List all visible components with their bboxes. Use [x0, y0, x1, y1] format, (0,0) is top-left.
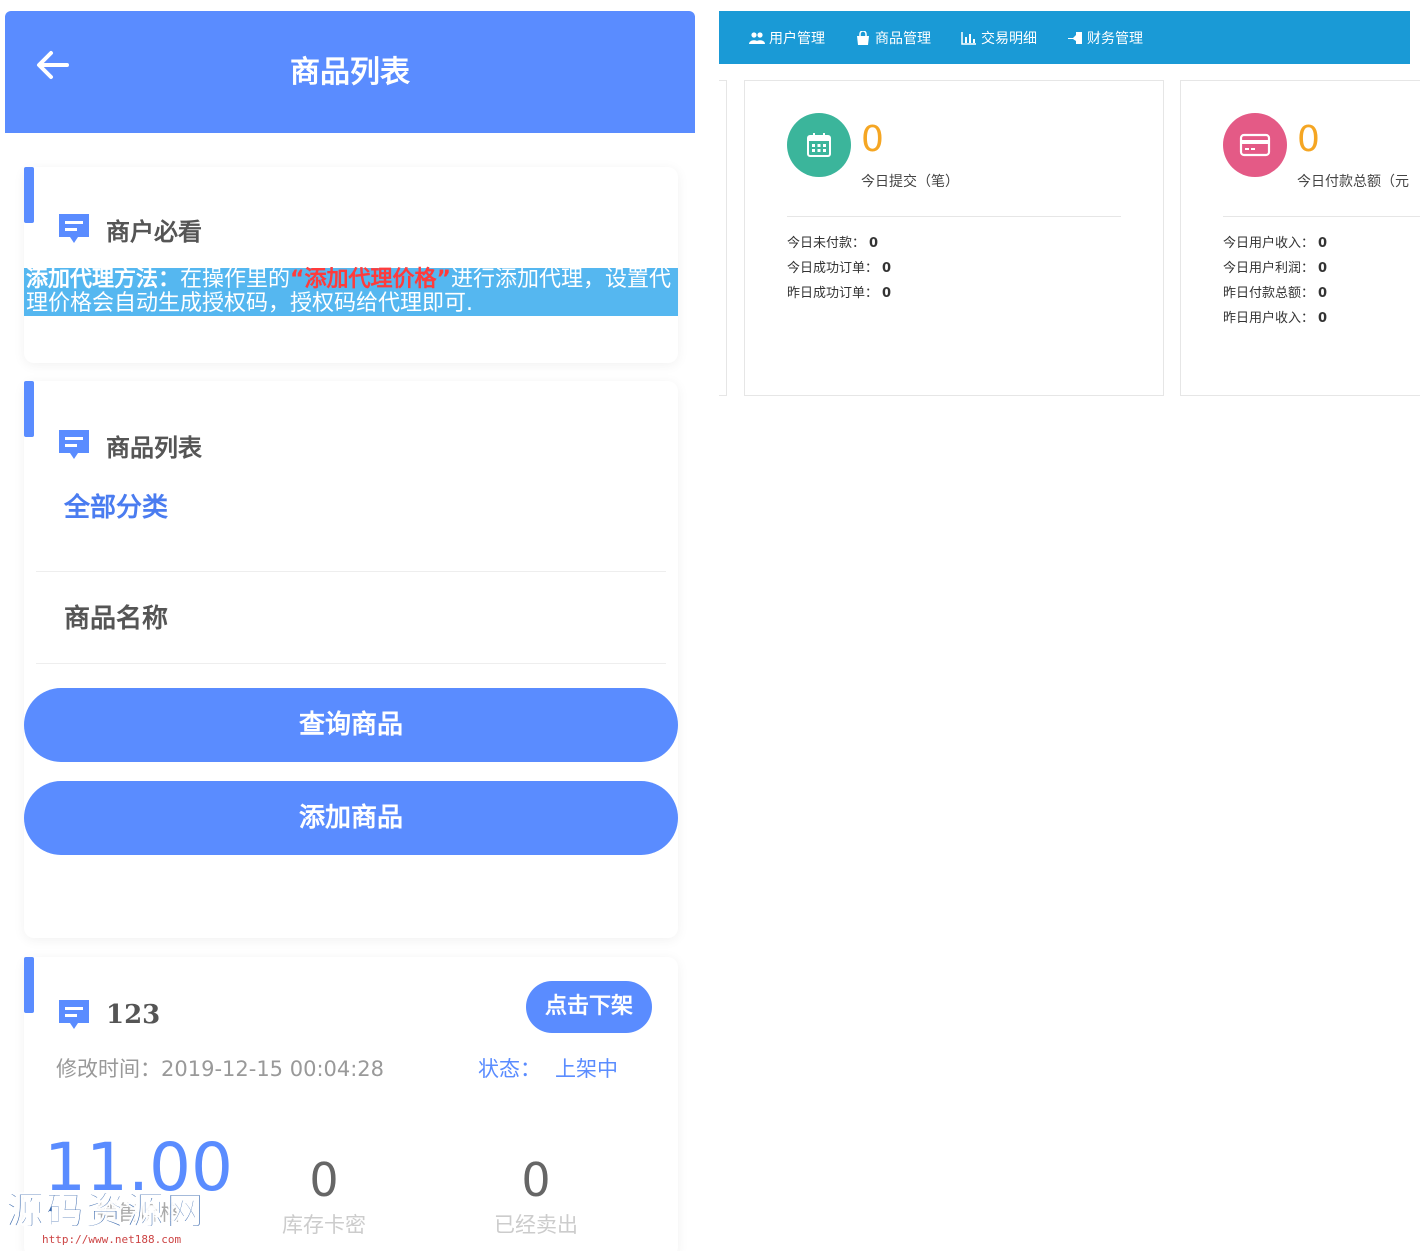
bar-chart-icon	[961, 31, 976, 45]
stat-row: 今日用户利润： 0	[1223, 261, 1328, 276]
page-title: 商品列表	[290, 55, 410, 90]
query-products-button[interactable]: 查询商品	[24, 688, 678, 762]
notice-card: 商户必看 添加代理方法：在操作里的“添加代理价格”进行添加代理，设置代理价格会自…	[24, 167, 678, 363]
divider	[36, 571, 666, 572]
accent-bar	[24, 167, 34, 223]
hand-icon	[1068, 31, 1082, 44]
chat-icon	[59, 430, 89, 459]
sold-label: 已经卖出	[494, 1213, 578, 1237]
accent-bar	[24, 381, 34, 437]
payments-rows: 今日用户收入： 0 今日用户利润： 0 昨日付款总额： 0 昨日用户收入： 0	[1223, 231, 1327, 331]
mobile-view: 商品列表 商户必看 添加代理方法：在操作里的“添加代理价格”进行添加代理，设置代…	[0, 0, 700, 1251]
mobile-header: 商品列表	[5, 11, 695, 133]
stats-panel-submissions: 0 今日提交（笔） 今日未付款： 0 今日成功订单： 0 昨日成功订单： 0	[744, 80, 1164, 396]
product-list-title: 商品列表	[56, 427, 202, 463]
payments-value: 0	[1297, 119, 1320, 160]
category-select[interactable]: 全部分类	[64, 487, 168, 524]
calendar-icon	[807, 133, 831, 157]
product-name-input[interactable]	[64, 599, 624, 639]
stats-panel-payments: 0 今日付款总额（元 今日用户收入： 0 今日用户利润： 0 昨日付款总额： 0 昨日…	[1180, 80, 1420, 396]
stat-row: 昨日成功订单： 0	[787, 286, 892, 301]
stat-row: 今日成功订单： 0	[787, 261, 892, 276]
submissions-value: 0	[861, 119, 884, 160]
stat-row: 今日用户收入： 0	[1223, 236, 1328, 251]
chat-icon	[59, 214, 89, 243]
dashboard-view: 用户管理 商品管理 交易明细 财务管理 0 今日提交（笔） 今日未付款： 0 今…	[719, 0, 1421, 1251]
product-list-card: 商品列表 全部分类 查询商品 添加商品	[24, 381, 678, 938]
submissions-label: 今日提交（笔）	[861, 174, 959, 190]
accent-bar	[24, 957, 34, 1013]
divider	[787, 216, 1121, 217]
stock-value: 0	[309, 1153, 339, 1207]
add-product-button[interactable]: 添加商品	[24, 781, 678, 855]
calendar-badge	[787, 113, 851, 177]
product-name: 123	[106, 1000, 161, 1030]
nav-finance-management[interactable]: 财务管理	[1067, 28, 1143, 48]
take-down-button[interactable]: 点击下架	[526, 981, 652, 1033]
stat-row: 今日未付款： 0	[787, 236, 879, 251]
watermark: 源码资源网 http://www.net188.com	[5, 1180, 207, 1247]
divider	[36, 663, 666, 664]
modified-time: 修改时间：2019-12-15 00:04:28	[56, 1057, 385, 1081]
status-badge: 上架中	[555, 1057, 618, 1081]
sold-stat: 0 已经卖出	[486, 1153, 586, 1239]
sold-value: 0	[521, 1153, 551, 1207]
nav-transaction-details[interactable]: 交易明细	[961, 28, 1037, 48]
panel-edge	[719, 80, 727, 396]
divider	[1223, 216, 1420, 217]
stock-stat: 0 库存卡密	[274, 1153, 374, 1239]
card-badge	[1223, 113, 1287, 177]
notice-text: 添加代理方法：在操作里的“添加代理价格”进行添加代理，设置代理价格会自动生成授权…	[24, 268, 678, 316]
payments-label: 今日付款总额（元	[1297, 174, 1409, 190]
watermark-text: 源码资源网	[5, 1188, 207, 1234]
credit-card-icon	[1239, 133, 1271, 157]
stat-row: 昨日用户收入： 0	[1223, 311, 1328, 326]
stock-label: 库存卡密	[282, 1213, 366, 1237]
nav-user-management[interactable]: 用户管理	[749, 28, 825, 48]
stat-row: 昨日付款总额： 0	[1223, 286, 1328, 301]
submissions-rows: 今日未付款： 0 今日成功订单： 0 昨日成功订单： 0	[787, 231, 891, 306]
notice-title: 商户必看	[56, 211, 202, 247]
product-item-title: 123	[56, 997, 160, 1033]
chat-icon	[59, 1000, 89, 1029]
product-status: 状态： 上架中	[478, 1057, 618, 1081]
users-icon	[749, 31, 765, 44]
bag-icon	[857, 30, 869, 45]
top-nav: 用户管理 商品管理 交易明细 财务管理	[719, 11, 1410, 64]
nav-product-management[interactable]: 商品管理	[855, 28, 931, 48]
